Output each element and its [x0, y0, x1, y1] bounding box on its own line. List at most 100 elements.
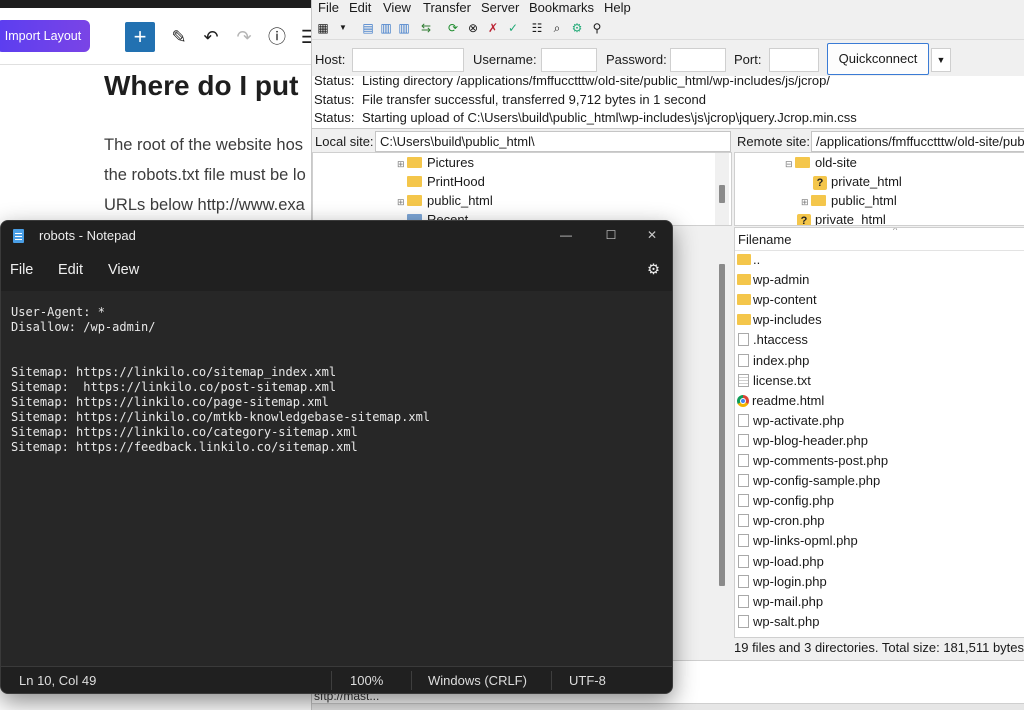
file-row[interactable]: wp-mail.php	[735, 592, 1024, 612]
menu-view[interactable]: View	[383, 0, 411, 15]
file-row[interactable]: index.php	[735, 351, 1024, 371]
text-editor-area[interactable]: User-Agent: * Disallow: /wp-admin/ Sitem…	[1, 291, 672, 666]
add-block-button[interactable]: +	[125, 22, 155, 52]
file-row[interactable]: ..	[735, 250, 1024, 270]
pencil-icon[interactable]: ✎	[168, 26, 190, 48]
settings-gear-icon[interactable]: ⚙	[647, 262, 660, 278]
file-row[interactable]: wp-blog-header.php	[735, 431, 1024, 451]
file-row[interactable]: wp-comments-post.php	[735, 451, 1024, 471]
site-manager-icon[interactable]: ▦	[315, 20, 331, 36]
local-tree-scrollbar[interactable]	[715, 153, 729, 225]
username-input[interactable]	[541, 48, 597, 72]
tree-item: ⊞ public_html	[397, 193, 493, 208]
file-row[interactable]: wp-load.php	[735, 552, 1024, 572]
remote-file-list[interactable]: Filename ^ .. wp-admin wp-content wp-includ…	[734, 227, 1024, 638]
quickconnect-button[interactable]: Quickconnect	[827, 43, 929, 75]
local-site-path-input[interactable]: C:\Users\build\public_html\	[375, 131, 731, 152]
message-log[interactable]: Status: Listing directory /applications/f…	[312, 76, 1024, 129]
window-title: robots - Notepad	[39, 228, 136, 243]
minimize-icon[interactable]: —	[551, 225, 581, 245]
menu-file[interactable]: File	[318, 0, 339, 15]
log-line: Status: Listing directory /applications/f…	[314, 76, 830, 88]
menu-view[interactable]: View	[108, 262, 139, 278]
post-heading[interactable]: Where do I put	[104, 70, 298, 102]
text-file-icon	[738, 373, 749, 387]
folder-icon	[811, 195, 826, 206]
post-paragraph-line[interactable]: the robots.txt file must be lo	[104, 166, 306, 185]
file-row[interactable]: wp-config-sample.php	[735, 471, 1024, 491]
queue-tabs[interactable]	[312, 703, 1024, 710]
text-line: Sitemap: https://linkilo.co/sitemap_inde…	[11, 365, 337, 379]
remote-site-path-input[interactable]: /applications/fmffucctttw/old-site/publi…	[811, 131, 1024, 152]
toggle-queue-icon[interactable]: ⇆	[418, 20, 434, 36]
cancel-operation-icon[interactable]: ⊗	[465, 20, 481, 36]
filename-column-header[interactable]: Filename ^	[735, 228, 1024, 251]
redo-icon[interactable]: ↷	[233, 26, 255, 48]
folder-icon	[737, 274, 751, 286]
file-row[interactable]: wp-links-opml.php	[735, 531, 1024, 551]
reconnect-icon[interactable]: ✓	[505, 20, 521, 36]
file-name: wp-activate.php	[753, 412, 845, 428]
toggle-remote-tree-icon[interactable]: ▥	[396, 20, 412, 36]
info-icon[interactable]: ⓘ	[266, 26, 288, 48]
menu-transfer[interactable]: Transfer	[423, 0, 471, 15]
password-input[interactable]	[670, 48, 726, 72]
encoding[interactable]: UTF-8	[569, 673, 606, 688]
file-name: license.txt	[753, 372, 811, 388]
menu-edit[interactable]: Edit	[58, 262, 83, 278]
host-input[interactable]	[352, 48, 464, 72]
search-files-icon[interactable]: ⚲	[589, 20, 605, 36]
file-row[interactable]: wp-includes	[735, 310, 1024, 330]
file-row[interactable]: wp-cron.php	[735, 511, 1024, 531]
quickconnect-history-chevron-icon[interactable]: ▼	[931, 48, 951, 72]
text-line: Sitemap: https://linkilo.co/post-sitemap…	[11, 380, 337, 394]
undo-icon[interactable]: ↶	[200, 26, 222, 48]
file-row[interactable]: .htaccess	[735, 330, 1024, 350]
file-row[interactable]: wp-login.php	[735, 572, 1024, 592]
post-paragraph-line[interactable]: The root of the website hos	[104, 136, 303, 155]
text-line: User-Agent: *	[11, 305, 105, 319]
file-name: wp-config-sample.php	[753, 473, 881, 489]
remote-directory-tree[interactable]: ⊟ old-site ? private_html ⊞ public_html ? pr…	[734, 152, 1024, 226]
sync-browsing-icon[interactable]: ⌕	[549, 20, 565, 36]
cursor-position: Ln 10, Col 49	[19, 673, 97, 688]
file-row[interactable]: wp-salt.php	[735, 612, 1024, 632]
menu-help[interactable]: Help	[604, 0, 631, 15]
file-row[interactable]: readme.html	[735, 391, 1024, 411]
file-row[interactable]: license.txt	[735, 371, 1024, 391]
import-layout-button[interactable]: Import Layout	[0, 20, 90, 52]
refresh-icon[interactable]: ⟳	[445, 20, 461, 36]
menu-bookmarks[interactable]: Bookmarks	[529, 0, 594, 15]
local-directory-tree[interactable]: ⊞ Pictures PrintHood ⊞ public_html Recent	[312, 152, 732, 226]
line-ending[interactable]: Windows (CRLF)	[428, 673, 527, 688]
disconnect-icon[interactable]: ✗	[485, 20, 501, 36]
close-icon[interactable]: ✕	[637, 225, 667, 245]
maximize-icon[interactable]: ☐	[596, 225, 626, 245]
file-icon	[738, 594, 749, 608]
menu-file[interactable]: File	[10, 262, 33, 278]
file-icon	[738, 494, 749, 508]
compare-icon[interactable]: ⚙	[569, 20, 585, 36]
file-row[interactable]: wp-admin	[735, 270, 1024, 290]
directory-filter-icon[interactable]: ☷	[529, 20, 545, 36]
file-row[interactable]: wp-activate.php	[735, 411, 1024, 431]
text-line: Sitemap: https://linkilo.co/page-sitemap…	[11, 395, 329, 409]
sort-ascending-icon: ^	[893, 227, 898, 235]
post-paragraph-line[interactable]: URLs below http://www.exa	[104, 196, 305, 215]
folder-icon	[737, 254, 751, 265]
filezilla-menubar: File Edit View Transfer Server Bookmarks…	[312, 0, 1024, 17]
port-input[interactable]	[769, 48, 819, 72]
file-row[interactable]: wp-config.php	[735, 491, 1024, 511]
toggle-local-tree-icon[interactable]: ▥	[378, 20, 394, 36]
file-row[interactable]: wp-content	[735, 290, 1024, 310]
toggle-log-icon[interactable]: ▤	[360, 20, 376, 36]
dropdown-arrow-icon[interactable]: ▼	[339, 20, 347, 36]
zoom-level[interactable]: 100%	[350, 673, 383, 688]
local-list-scrollbar[interactable]	[716, 244, 728, 636]
chrome-html-icon	[737, 394, 749, 407]
file-icon	[738, 353, 749, 367]
menu-server[interactable]: Server	[481, 0, 519, 15]
notepad-titlebar[interactable]: robots - Notepad — ☐ ✕	[1, 221, 672, 251]
menu-edit[interactable]: Edit	[349, 0, 371, 15]
remote-site-bar: Remote site: /applications/fmffucctttw/o…	[734, 131, 1024, 152]
